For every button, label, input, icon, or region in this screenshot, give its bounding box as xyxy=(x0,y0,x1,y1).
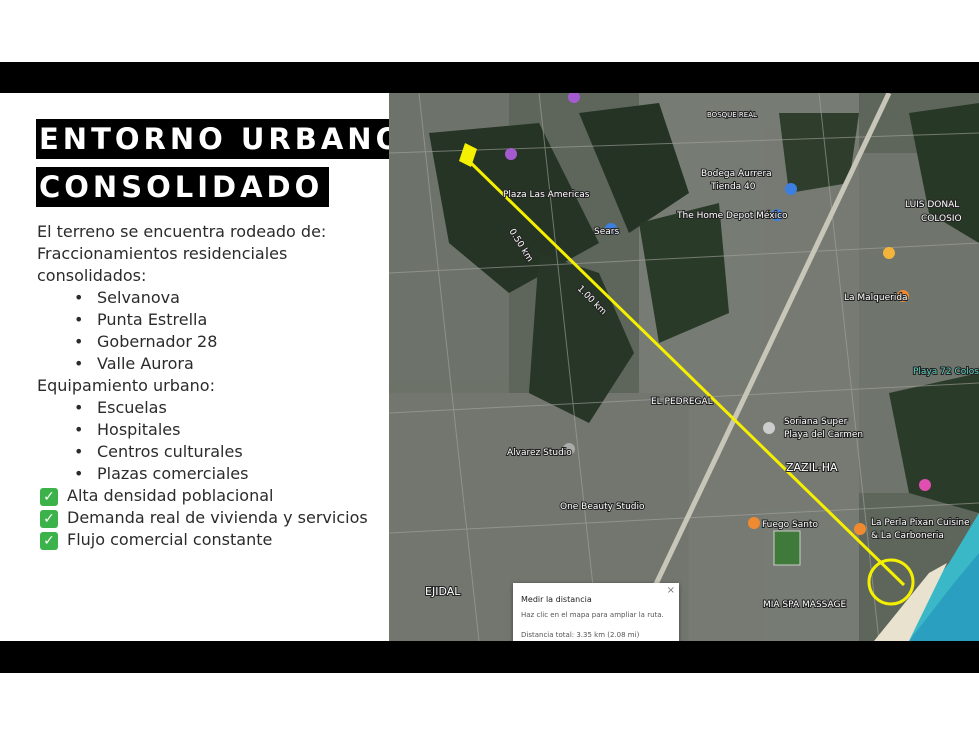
residential-item: Gobernador 28 xyxy=(97,332,218,351)
title-line-2: CONSOLIDADO xyxy=(36,167,330,207)
equipment-item: Centros culturales xyxy=(97,442,243,461)
map-label-alvarez: Alvarez Studio xyxy=(507,448,572,458)
map-label-soriana-2: Playa del Carmen xyxy=(784,430,863,440)
equipment-heading: Equipamiento urbano: xyxy=(37,376,215,395)
map-label-plaza: Plaza Las Americas xyxy=(503,190,590,200)
map-label-home-depot: The Home Depot México xyxy=(676,210,788,221)
map-canvas: Plaza Las Americas Sears Bodega Aurrera … xyxy=(389,93,979,641)
map-label-bosque: BOSQUE REAL xyxy=(707,111,757,119)
map-label-luis-2: COLOSIO xyxy=(921,214,962,224)
bottom-black-bar xyxy=(0,641,979,673)
map-label-playa72: Playa 72 Colosi xyxy=(913,367,979,377)
measure-distance-panel: Medir la distancia Haz clic en el mapa p… xyxy=(513,583,679,641)
highlight-item: Flujo comercial constante xyxy=(67,530,273,549)
close-icon[interactable]: × xyxy=(667,585,675,596)
bullet-dot: • xyxy=(74,332,84,351)
highlight-item: Demanda real de vivienda y servicios xyxy=(67,508,368,527)
check-icon: ✓ xyxy=(40,532,58,550)
bullet-dot: • xyxy=(74,310,84,329)
bullet-dot: • xyxy=(74,442,84,461)
title-line-1: ENTORNO URBANO xyxy=(36,119,411,159)
map-label-luis-1: LUIS DONAL xyxy=(905,200,959,210)
equipment-item: Hospitales xyxy=(97,420,181,439)
bullet-dot: • xyxy=(74,420,84,439)
intro-line-1: El terreno se encuentra rodeado de: xyxy=(37,222,327,241)
bullet-dot: • xyxy=(74,288,84,307)
map-label-soriana-1: Soriana Super xyxy=(784,417,848,427)
map-label-one-beauty: One Beauty Studio xyxy=(560,502,645,512)
equipment-item: Escuelas xyxy=(97,398,167,417)
map-label-perla-2: & La Carboneria xyxy=(871,531,944,541)
intro-line-3: consolidados: xyxy=(37,266,147,285)
map-label-perla-1: La Perla Pixan Cuisine xyxy=(871,518,970,528)
residential-item: Punta Estrella xyxy=(97,310,208,329)
map-label-pedregal: EL PEDREGAL xyxy=(651,397,713,407)
bullet-dot: • xyxy=(74,354,84,373)
check-icon: ✓ xyxy=(40,488,58,506)
map-label-sears: Sears xyxy=(594,227,619,237)
residential-item: Valle Aurora xyxy=(97,354,194,373)
highlight-item: Alta densidad poblacional xyxy=(67,486,274,505)
satellite-map[interactable]: Plaza Las Americas Sears Bodega Aurrera … xyxy=(389,93,979,641)
bullet-dot: • xyxy=(74,464,84,483)
bullet-dot: • xyxy=(74,398,84,417)
measure-title: Medir la distancia xyxy=(521,595,592,604)
map-label-tienda: Tienda 40 xyxy=(710,182,756,192)
check-icon: ✓ xyxy=(40,510,58,528)
intro-line-2: Fraccionamientos residenciales xyxy=(37,244,288,263)
measure-hint: Haz clic en el mapa para ampliar la ruta… xyxy=(521,611,664,619)
residential-item: Selvanova xyxy=(97,288,180,307)
map-label-zazil: ZAZIL-HA xyxy=(786,461,838,474)
equipment-item: Plazas comerciales xyxy=(97,464,249,483)
measure-total: Distancia total: 3.35 km (2.08 mi) xyxy=(521,631,640,639)
map-label-bodega: Bodega Aurrera xyxy=(701,169,772,179)
map-label-malquerida: La Malquerida xyxy=(844,293,908,303)
map-label-mia: MIA SPA MASSAGE xyxy=(763,600,847,610)
top-black-bar xyxy=(0,62,979,93)
map-label-fuego: Fuego Santo xyxy=(762,520,818,530)
map-label-ejidal: EJIDAL xyxy=(425,585,461,598)
